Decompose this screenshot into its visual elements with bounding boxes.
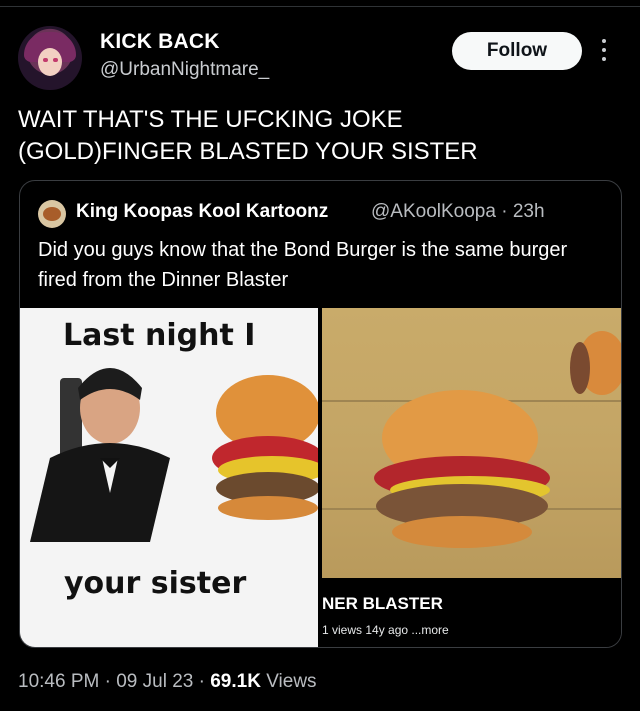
author-avatar[interactable] <box>18 26 82 90</box>
video-meta: 1 views 14y ago ...more <box>322 623 449 637</box>
meme-bottom-caption: your sister <box>64 566 247 601</box>
quoted-tweet[interactable]: King Koopas Kool Kartoonz @AKoolKoopa · … <box>19 180 622 648</box>
video-frame <box>322 308 621 578</box>
avatar-eye <box>53 58 58 62</box>
burger-illustration <box>374 331 621 548</box>
meme-image[interactable]: Last night I your sister <box>20 308 318 647</box>
tweet-line: WAIT THAT'S THE UFCKING JOKE <box>18 106 403 133</box>
video-title: NER BLASTER <box>322 594 443 613</box>
quoted-avatar[interactable] <box>38 200 66 228</box>
tweet-timestamp: 10:46 PM · 09 Jul 23 · 69.1K Views <box>18 671 317 693</box>
more-vertical-icon[interactable] <box>600 39 608 63</box>
tweet-text: WAIT THAT'S THE UFCKING JOKE (GOLD)FINGE… <box>18 104 618 168</box>
views-label: Views <box>260 671 317 692</box>
time-date[interactable]: 10:46 PM · 09 Jul 23 · <box>18 671 210 692</box>
avatar-eye <box>43 58 48 62</box>
author-name[interactable]: KICK BACK <box>100 30 220 54</box>
video-thumbnail[interactable]: NER BLASTER 1 views 14y ago ...more <box>322 308 621 647</box>
top-divider <box>0 6 640 7</box>
author-handle[interactable]: @UrbanNightmare_ <box>100 59 269 81</box>
quoted-text: Did you guys know that the Bond Burger i… <box>38 239 568 291</box>
tweet-line: (GOLD)FINGER BLASTED YOUR SISTER <box>18 138 478 165</box>
avatar-face <box>38 48 62 76</box>
quoted-author-name[interactable]: King Koopas Kool Kartoonz <box>76 201 328 223</box>
views-count: 69.1K <box>210 671 261 692</box>
quoted-handle-time: @AKoolKoopa · 23h <box>371 201 545 222</box>
follow-button[interactable]: Follow <box>452 32 582 70</box>
